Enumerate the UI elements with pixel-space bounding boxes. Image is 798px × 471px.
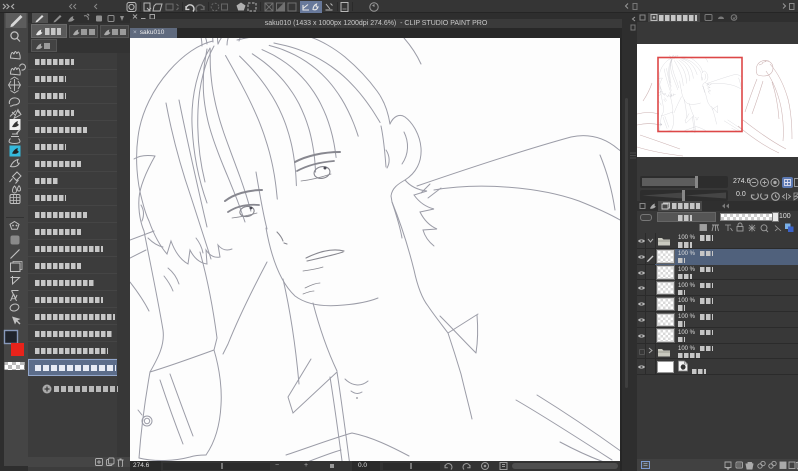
svg-text:A: A [10,292,17,304]
